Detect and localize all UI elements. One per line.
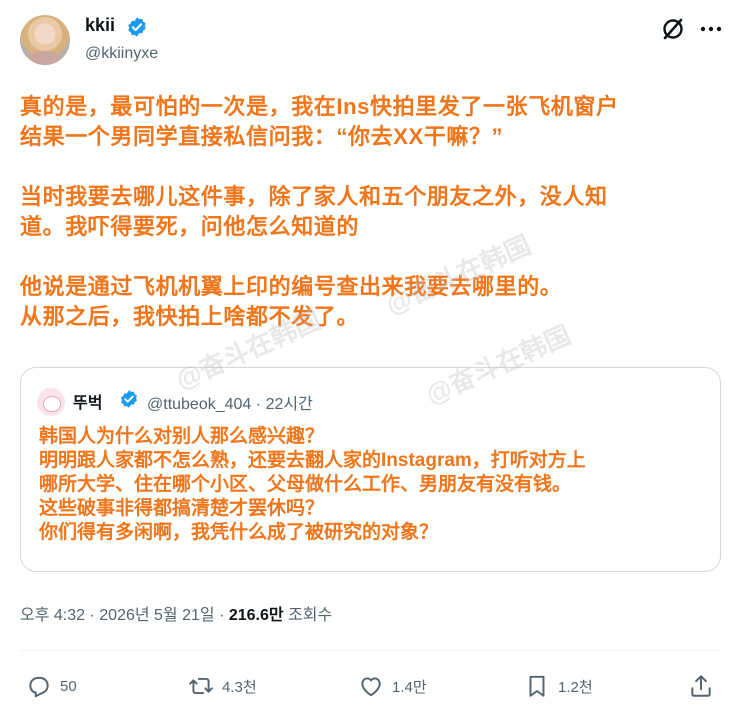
retweet-count: 4.3천 <box>222 678 257 696</box>
quoted-author-handle: @ttubeok_404 <box>147 396 252 413</box>
quoted-tweet-text: 韩国人为什么对别人那么感兴趣？ 明明跟人家都不怎么熟，还要去翻人家的Instag… <box>39 425 709 545</box>
share-button[interactable] <box>688 670 714 702</box>
quoted-tweet-time: 22시간 <box>265 396 313 413</box>
author-avatar[interactable] <box>20 15 70 65</box>
tweet-date[interactable]: 2026년 5월 21일 <box>99 607 214 624</box>
separator-dot: · <box>219 607 229 624</box>
retweet-icon <box>189 677 213 695</box>
quoted-line: 明明跟人家都不怎么熟，还要去翻人家的Instagram，打听对方上 <box>39 450 586 471</box>
heart-icon <box>361 677 381 697</box>
quoted-line: 这些破事非得都搞清楚才罢休吗？ <box>39 498 325 519</box>
quoted-line: 哪所大学、住在哪个小区、父母做什么工作、男朋友有没有钱。 <box>39 474 572 495</box>
tweet-line: 真的是，最可怕的一次是，我在Ins快拍里发了一张飞机窗户 <box>20 94 619 119</box>
tweet-line: 他说是通过飞机机翼上印的编号查出来我要去哪里的。 <box>20 274 563 299</box>
quoted-line: 韩国人为什么对别人那么感兴趣？ <box>39 426 325 447</box>
retweet-button[interactable]: 4.3천 <box>188 670 257 702</box>
reply-icon <box>29 676 49 698</box>
separator-dot: · <box>255 396 266 413</box>
action-bar: 50 4.3천 1.4만 1.2천 <box>0 670 743 702</box>
grok-icon[interactable] <box>660 16 686 42</box>
tweet-line: 结果一个男同学直接私信问我：“你去XX干嘛？” <box>20 124 504 149</box>
more-options-icon[interactable] <box>698 16 724 42</box>
view-label: 조회수 <box>288 607 333 624</box>
tweet-line: 道。我吓得要死，问他怎么知道的 <box>20 214 360 239</box>
tweet-text: 真的是，最可怕的一次是，我在Ins快拍里发了一张飞机窗户 结果一个男同学直接私信… <box>20 92 725 332</box>
tweet-header: kkii @kkiinyxe <box>0 0 743 80</box>
share-icon <box>691 675 711 697</box>
reply-count: 50 <box>60 677 77 695</box>
tweet-meta: 오후 4:32 · 2026년 5월 21일 · 216.6만 조회수 <box>20 601 332 625</box>
like-count: 1.4만 <box>392 678 427 696</box>
bookmark-button[interactable]: 1.2천 <box>524 670 593 702</box>
tweet-line: 从那之后，我快拍上啥都不发了。 <box>20 304 360 329</box>
like-button[interactable]: 1.4만 <box>358 670 427 702</box>
quoted-line: 你们得有多闲啊，我凭什么成了被研究的对象？ <box>39 522 439 543</box>
quoted-tweet[interactable]: 뚜벅 @ttubeok_404 · 22시간 韩国人为什么对别人那么感兴趣？ 明… <box>20 367 721 572</box>
quoted-author-name: 뚜벅 <box>73 395 103 412</box>
tweet-time[interactable]: 오후 4:32 <box>20 607 85 624</box>
bookmark-count: 1.2천 <box>558 678 593 696</box>
author-name[interactable]: kkii <box>85 15 115 36</box>
verified-badge-icon <box>121 390 137 408</box>
tweet-line: 当时我要去哪儿这件事，除了家人和五个朋友之外，没人知 <box>20 184 608 209</box>
separator-dot: · <box>89 607 100 624</box>
divider <box>20 650 723 651</box>
quoted-author-handle-time: @ttubeok_404 · 22시간 <box>147 390 313 414</box>
verified-badge-icon <box>128 17 146 37</box>
view-count: 216.6만 <box>228 607 284 624</box>
reply-button[interactable]: 50 <box>26 670 77 702</box>
author-handle[interactable]: @kkiinyxe <box>85 45 158 63</box>
quoted-author-avatar[interactable] <box>37 388 65 416</box>
bookmark-icon <box>529 675 545 697</box>
